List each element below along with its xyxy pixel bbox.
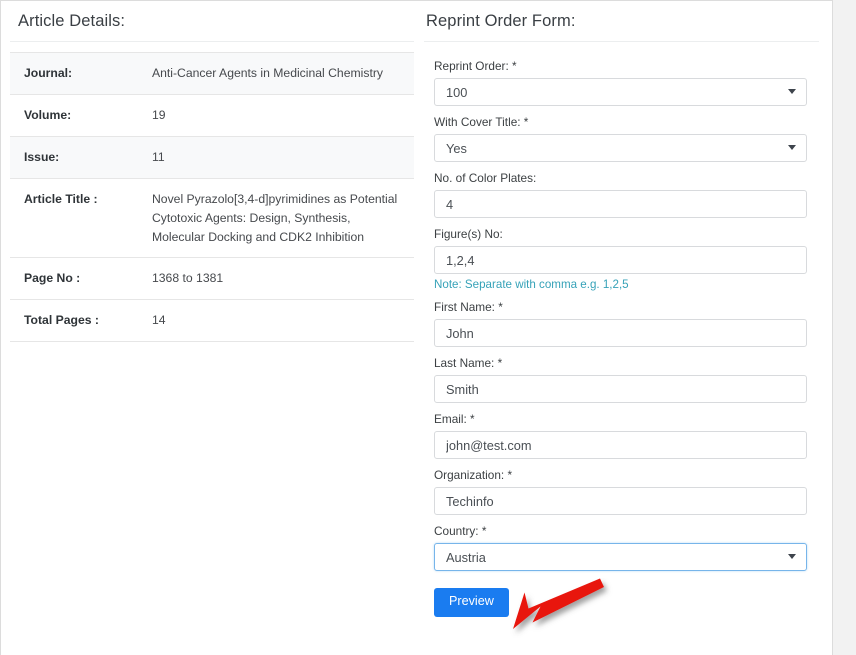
figures-no-label: Figure(s) No: — [434, 227, 503, 241]
field-group-reprint-order: Reprint Order: * — [426, 59, 819, 106]
table-row: Journal: Anti-Cancer Agents in Medicinal… — [10, 52, 414, 95]
table-cell-value: 19 — [152, 107, 166, 122]
table-row: Page No : 1368 to 1381 — [10, 258, 414, 300]
table-cell-value: 1368 to 1381 — [152, 271, 224, 286]
field-group-last-name: Last Name: * — [426, 356, 819, 403]
reprint-form-body: Reprint Order: * With Cover Title: * — [424, 42, 819, 617]
article-details-heading: Article Details: — [18, 12, 126, 30]
page-right-gutter — [834, 0, 856, 655]
table-cell-value: 14 — [152, 313, 166, 328]
organization-input[interactable] — [434, 487, 807, 515]
email-input[interactable] — [434, 431, 807, 459]
preview-button[interactable]: Preview — [434, 588, 509, 617]
color-plates-label: No. of Color Plates: — [434, 171, 537, 185]
field-group-figures-no: Figure(s) No: Note: Separate with comma … — [426, 227, 819, 291]
table-row: Issue: 11 — [10, 136, 414, 179]
table-row: Article Title : Novel Pyrazolo[3,4-d]pyr… — [10, 178, 414, 258]
table-cell-key: Journal: — [24, 66, 73, 80]
table-cell-key: Total Pages : — [24, 313, 99, 328]
reprint-order-select[interactable] — [434, 78, 807, 106]
field-group-first-name: First Name: * — [426, 300, 819, 347]
field-group-email: Email: * — [426, 412, 819, 459]
table-cell-value: Novel Pyrazolo[3,4-d]pyrimidines as Pote… — [152, 191, 398, 244]
with-cover-title-label: With Cover Title: * — [434, 115, 529, 129]
figures-no-input[interactable] — [434, 246, 807, 274]
content-card: Article Details: Journal: Anti-Cancer Ag… — [0, 0, 833, 655]
last-name-label: Last Name: * — [434, 356, 503, 370]
organization-label: Organization: * — [434, 468, 513, 482]
table-cell-key: Article Title : — [24, 191, 98, 206]
reprint-form-heading: Reprint Order Form: — [426, 12, 576, 30]
reprint-order-label: Reprint Order: * — [434, 59, 517, 73]
first-name-label: First Name: * — [434, 300, 503, 314]
country-select-wrapper[interactable] — [434, 543, 807, 571]
table-row: Total Pages : 14 — [10, 300, 414, 342]
article-details-table: Journal: Anti-Cancer Agents in Medicinal… — [10, 52, 414, 342]
reprint-order-form-panel: Reprint Order Form: Reprint Order: * Wit… — [424, 1, 819, 617]
with-cover-title-select[interactable] — [434, 134, 807, 162]
table-cell-key: Issue: — [24, 149, 60, 164]
field-group-color-plates: No. of Color Plates: — [426, 171, 819, 218]
table-cell-value: Anti-Cancer Agents in Medicinal Chemistr… — [152, 66, 383, 80]
article-details-panel: Article Details: Journal: Anti-Cancer Ag… — [10, 1, 414, 342]
article-details-divider — [10, 41, 414, 42]
country-select[interactable] — [434, 543, 807, 571]
field-group-with-cover-title: With Cover Title: * — [426, 115, 819, 162]
reprint-order-select-wrapper[interactable] — [434, 78, 807, 106]
figures-no-note: Note: Separate with comma e.g. 1,2,5 — [434, 278, 629, 291]
first-name-input[interactable] — [434, 319, 807, 347]
field-group-country: Country: * — [426, 524, 819, 571]
country-label: Country: * — [434, 524, 487, 538]
table-cell-key: Page No : — [24, 271, 81, 286]
with-cover-title-select-wrapper[interactable] — [434, 134, 807, 162]
table-row: Volume: 19 — [10, 94, 414, 137]
table-cell-value: 11 — [152, 149, 165, 164]
table-cell-key: Volume: — [24, 107, 72, 122]
last-name-input[interactable] — [434, 375, 807, 403]
page-root: Article Details: Journal: Anti-Cancer Ag… — [0, 0, 856, 655]
color-plates-input[interactable] — [434, 190, 807, 218]
field-group-organization: Organization: * — [426, 468, 819, 515]
email-label: Email: * — [434, 412, 475, 426]
